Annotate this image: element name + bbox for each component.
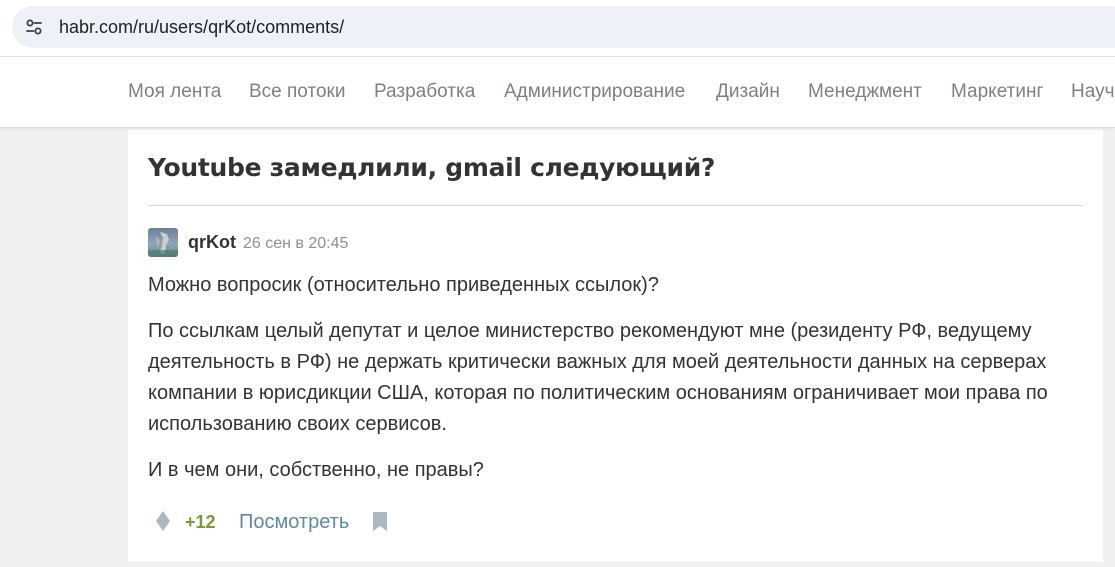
comment-paragraph: По ссылкам целый депутат и целое министе…: [148, 320, 1048, 435]
post-title[interactable]: Youtube замедлили, gmail следующий?: [148, 152, 715, 184]
avatar-image: [148, 228, 178, 257]
flows-navigation: Моя лента Все потоки Разработка Админист…: [0, 57, 1115, 128]
address-bar[interactable]: habr.com/ru/users/qrKot/comments/: [12, 6, 1115, 48]
bookmark-icon[interactable]: [372, 511, 388, 532]
nav-item-my-feed[interactable]: Моя лента: [128, 81, 221, 103]
nav-item-marketing[interactable]: Маркетинг: [951, 81, 1043, 103]
nav-item-administration[interactable]: Администрирование: [504, 81, 685, 103]
comment-timestamp[interactable]: 26 сен в 20:45: [243, 234, 348, 254]
nav-item-all-flows[interactable]: Все потоки: [249, 81, 345, 103]
divider: [148, 205, 1083, 206]
nav-item-management[interactable]: Менеджмент: [808, 81, 922, 103]
nav-item-design[interactable]: Дизайн: [716, 81, 780, 103]
comment-paragraph: Можно вопросик (относительно приведенных…: [148, 274, 659, 296]
tune-icon[interactable]: [24, 17, 44, 37]
vote-diamond-icon[interactable]: [154, 510, 172, 532]
url-text[interactable]: habr.com/ru/users/qrKot/comments/: [59, 16, 344, 38]
comment-card: Youtube замедлили, gmail следующий? qrKo…: [128, 130, 1103, 562]
comment-score: +12: [185, 512, 216, 532]
nav-item-development[interactable]: Разработка: [374, 81, 475, 103]
view-comment-link[interactable]: Посмотреть: [239, 510, 349, 534]
browser-toolbar: habr.com/ru/users/qrKot/comments/: [0, 0, 1115, 57]
comment-paragraph: И в чем они, собственно, не правы?: [148, 459, 484, 481]
avatar[interactable]: [148, 228, 178, 257]
comment-author[interactable]: qrKot: [188, 231, 236, 253]
nav-item-science[interactable]: Науч: [1071, 81, 1114, 103]
